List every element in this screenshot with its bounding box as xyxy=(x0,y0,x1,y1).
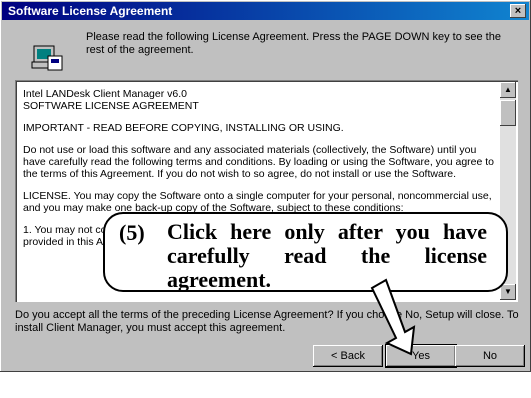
setup-icon xyxy=(31,45,63,71)
scroll-up-icon: ▲ xyxy=(504,85,512,94)
instruction-callout: (5) Click here only after you have caref… xyxy=(103,212,508,292)
title-bar: Software License Agreement × xyxy=(2,2,529,20)
license-line: Do not use or load this software and any… xyxy=(23,144,495,180)
license-line: LICENSE. You may copy the Software onto … xyxy=(23,190,492,214)
license-line: IMPORTANT - READ BEFORE COPYING, INSTALL… xyxy=(23,122,344,134)
step-number: (5) xyxy=(119,220,145,245)
scrollbar-thumb[interactable] xyxy=(500,100,516,126)
close-button[interactable]: × xyxy=(510,4,526,18)
license-line: Intel LANDesk Client Manager v6.0 xyxy=(23,88,187,100)
yes-button[interactable]: Yes xyxy=(385,344,457,368)
callout-text: Click here only after you have carefully… xyxy=(167,219,487,292)
window-title: Software License Agreement xyxy=(8,4,173,18)
back-button[interactable]: < Back xyxy=(313,345,383,367)
intro-text: Please read the following License Agreem… xyxy=(86,31,501,56)
accept-question: Do you accept all the terms of the prece… xyxy=(15,309,519,334)
no-button[interactable]: No xyxy=(455,345,525,367)
close-icon: × xyxy=(514,5,522,17)
scroll-down-button[interactable]: ▼ xyxy=(500,284,516,300)
scroll-up-button[interactable]: ▲ xyxy=(500,82,516,98)
license-dialog: Software License Agreement × Please read… xyxy=(0,0,531,372)
scroll-down-icon: ▼ xyxy=(504,287,512,296)
license-line: SOFTWARE LICENSE AGREEMENT xyxy=(23,100,199,112)
